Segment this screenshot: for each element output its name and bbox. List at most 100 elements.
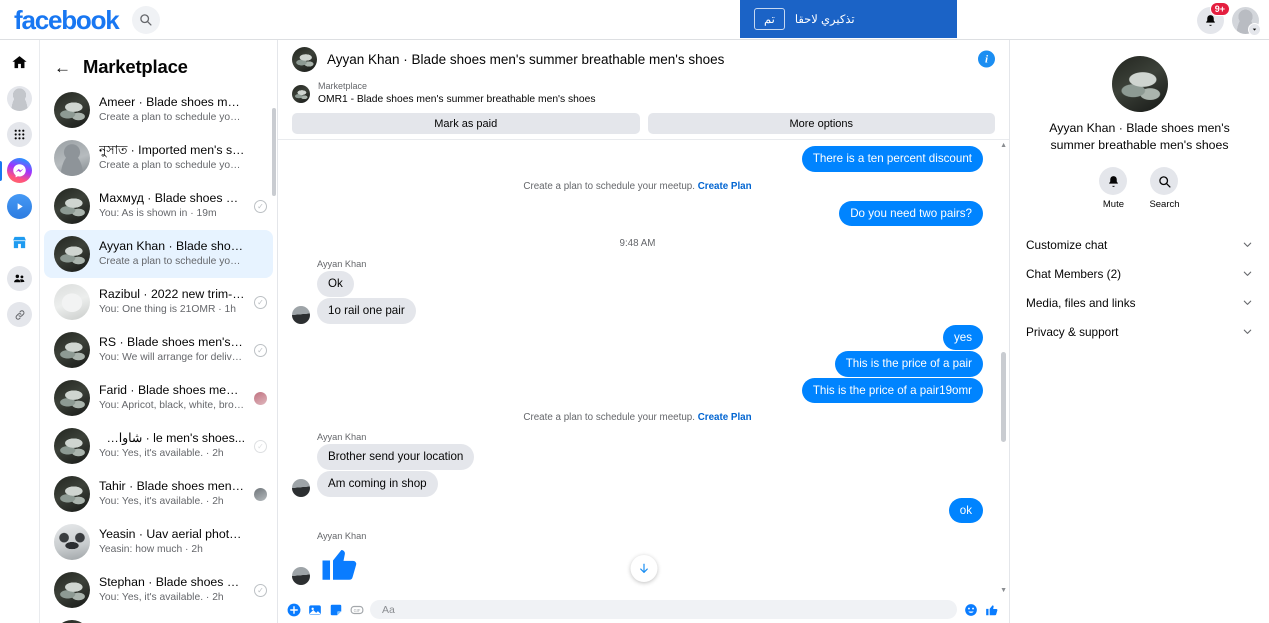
conversation-name: Махмуд · Blade shoes men's s... [99,190,245,205]
account-avatar[interactable] [1232,6,1261,36]
conversation-row[interactable]: RS · Blade shoes men's summe... You: We w… [44,326,273,374]
listing-source-label: Marketplace [318,81,368,91]
message-composer: GIF [278,596,1009,623]
conversation-preview: Create a plan to schedule your... · 31m [99,256,245,268]
listing-thumbnail [292,84,310,103]
thumbs-up-icon[interactable] [984,602,999,617]
message-timestamp: 9:48 AM [619,238,656,250]
thread-scrollbar[interactable] [1001,352,1006,442]
create-plan-link[interactable]: Create Plan [698,412,752,423]
conversation-list-scroll[interactable]: Ameer · Blade shoes men's su... Create a … [40,82,277,623]
active-indicator [0,160,2,181]
search-icon[interactable] [131,5,160,34]
conversation-text: Stephan · Blade shoes men's s... You: Yes… [99,574,245,607]
more-options-button[interactable]: More options [647,113,995,134]
facebook-logo[interactable]: facebook [14,7,120,33]
message-bubble[interactable]: yes [942,324,983,351]
back-arrow-icon[interactable]: ← [54,59,71,76]
chevron-down-icon[interactable] [1242,297,1253,308]
conversation-row[interactable]: Yeasin · Uav aerial photograph... Yeasin:… [44,518,273,566]
conversation-row[interactable]: Stephan · Blade shoes men's s... You: Yes… [44,566,273,614]
scroll-to-bottom-icon[interactable] [630,555,657,582]
marketplace-listing-row[interactable]: Marketplace OMR1 - Blade shoes men's sum… [278,78,1009,107]
create-plan-prompt: Create a plan to schedule your meetup. C… [292,181,983,192]
scrollbar-down-arrow[interactable]: ▼ [1000,587,1007,594]
chat-panel: Ayyan Khan · Blade shoes men's summer br… [278,40,1010,623]
section-label: Privacy & support [1026,324,1119,339]
conversation-row[interactable]: নুসাত · Imported men's summ... Create a p… [44,134,273,182]
search-label: Search [1149,199,1180,211]
link-icon[interactable] [7,302,32,327]
chat-details-avatar[interactable] [1111,56,1168,112]
conversation-row[interactable]: Md Akas · Blade shoes men's s... [44,614,273,623]
read-receipt-check-icon: ✓ [254,439,267,453]
read-receipt-check-icon: ✓ [254,583,267,597]
gif-icon[interactable]: GIF [349,602,364,617]
conversation-preview: You: Yes, it's available. · 2h [99,448,224,460]
message-bubble[interactable]: Ok [317,271,354,297]
groups-icon[interactable] [7,266,32,291]
mark-as-paid-button[interactable]: Mark as paid [292,113,640,134]
emoji-icon[interactable] [963,602,978,617]
conversation-row[interactable]: Ayyan Khan · Blade shoes men... Create a … [44,230,273,278]
message-bubble[interactable]: This is the price of a pair [834,351,983,377]
chevron-down-icon[interactable] [1242,239,1253,250]
sticker-icon[interactable] [328,602,343,617]
apps-grid-icon[interactable] [7,122,32,147]
privacy-support-section[interactable]: Privacy & support [1026,317,1253,346]
conversation-text: Ayyan Khan · Blade shoes men... Create a … [99,238,245,271]
conversation-text: নুসাত · Imported men's summ... Create a p… [99,142,245,175]
notifications-bell-icon[interactable]: 9+ [1197,1,1230,34]
chevron-down-icon[interactable] [1242,268,1253,279]
message-row-outgoing: yes [292,324,983,351]
conversation-row[interactable]: Tahir · Blade shoes men's sum... You: Yes… [44,470,273,518]
conversation-row[interactable]: Razibul · 2022 new trim-fitting ... You: … [44,278,273,326]
conversation-row[interactable]: ...le men's shoes · شاوان جوساءين You: Ye… [44,422,273,470]
messenger-icon[interactable] [0,158,32,183]
notification-count-badge: 9+ [1209,1,1230,16]
conversation-preview: Create a plan to schedule your ... · 2m [99,112,245,124]
home-icon[interactable] [7,50,32,75]
banner-confirm-button[interactable]: تم [754,8,785,30]
thumbs-up-message-icon[interactable] [319,543,361,585]
media-files-links-section[interactable]: Media, files and links [1026,288,1253,317]
mute-button[interactable]: Mute [1099,167,1128,210]
sender-avatar [292,478,310,497]
message-bubble[interactable]: Do you need two pairs? [839,200,983,227]
message-bubble[interactable]: There is a ten percent discount [801,146,983,172]
message-row-outgoing: This is the price of a pair19omr [292,377,983,404]
message-bubble[interactable]: This is the price of a pair19omr [801,377,983,404]
message-row-outgoing: ok [292,497,983,524]
message-bubble[interactable]: Brother send your location [317,444,475,471]
conversation-preview: You: We will arrange for delivery... · 2… [99,352,245,364]
scrollbar-up-arrow[interactable]: ▲ [1000,142,1007,149]
message-input[interactable] [370,600,957,619]
add-plus-icon[interactable] [286,602,301,617]
watch-video-icon[interactable] [7,194,32,219]
conversation-row[interactable]: Farid · Blade shoes men's sum... You: Apr… [44,374,273,422]
chat-members-section[interactable]: Chat Members (2) [1026,259,1253,288]
create-plan-text: Create a plan to schedule your meetup. [523,180,695,192]
info-icon[interactable]: i [978,50,995,68]
section-label: Customize chat [1026,237,1108,252]
conversation-row[interactable]: Ameer · Blade shoes men's su... Create a … [44,86,273,134]
marketplace-icon[interactable] [7,230,32,255]
conversation-list-scrollbar[interactable] [272,108,276,196]
profile-icon[interactable] [7,86,32,111]
search-button[interactable]: Search [1149,167,1180,211]
photo-icon[interactable] [307,602,322,617]
chat-header-title: Ayyan Khan · Blade shoes men's summer br… [327,51,725,67]
chevron-down-icon[interactable] [1248,22,1261,36]
create-plan-link[interactable]: Create Plan [698,181,752,192]
customize-chat-section[interactable]: Customize chat [1026,230,1253,259]
chat-header-avatar[interactable] [292,46,317,72]
avatar-spacer [292,279,310,297]
message-thread-wrapper: There is a ten percent discount Create a … [278,139,1009,596]
chevron-down-icon[interactable] [1242,326,1253,337]
message-bubble[interactable]: Am coming in shop [317,471,438,497]
topbar-right-controls: 9+ [1197,0,1261,40]
conversation-row[interactable]: Махмуд · Blade shoes men's s... You: As i… [44,182,273,230]
message-bubble[interactable]: ok [948,497,983,524]
message-bubble[interactable]: 1o rail one pair [317,297,416,324]
message-thread[interactable]: There is a ten percent discount Create a … [278,140,1009,596]
